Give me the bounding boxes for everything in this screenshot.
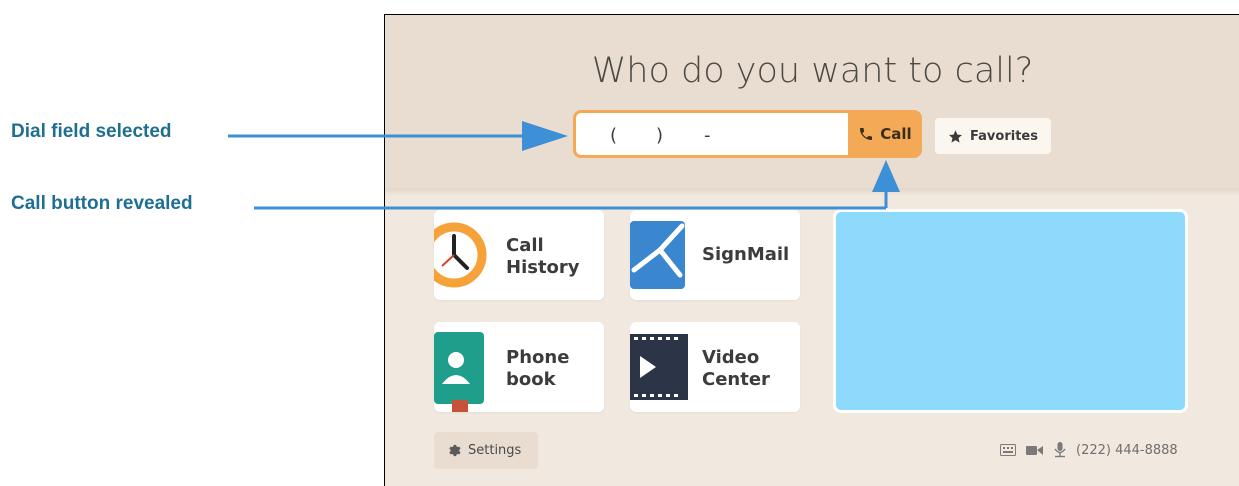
tile-call-history-line2: History (506, 257, 580, 278)
tile-phonebook-line2: book (506, 369, 556, 390)
page-title: Who do you want to call? (591, 51, 1034, 91)
phone-number: (222) 444-8888 (1076, 442, 1178, 458)
annotation-call-button: Call button revealed (11, 193, 193, 214)
tile-phonebook[interactable]: Phone book (434, 322, 604, 412)
tile-video-center-line2: Center (702, 369, 770, 390)
annotation-dial-field: Dial field selected (11, 121, 172, 142)
call-button-label: Call (880, 125, 912, 143)
phone-icon (860, 128, 873, 140)
settings-label: Settings (468, 443, 522, 458)
tile-call-history[interactable]: Call History (434, 210, 604, 300)
phonebook-icon (434, 332, 484, 412)
tile-signmail[interactable]: SignMail (630, 210, 800, 300)
header-band (385, 15, 1239, 188)
camera-icon (1026, 445, 1043, 455)
tile-phonebook-line1: Phone (506, 347, 570, 368)
dial-close-paren: ) (656, 125, 664, 146)
tile-video-center-line1: Video (702, 347, 760, 368)
status-bar: (222) 444-8888 (1000, 442, 1178, 458)
dial-dash: - (704, 125, 711, 146)
home-screen: Who do you want to call? ( ) - Call Favo… (384, 14, 1239, 486)
gear-icon (449, 444, 461, 457)
microphone-icon (1054, 442, 1066, 458)
video-preview (833, 209, 1188, 413)
tile-call-history-line1: Call (506, 235, 544, 256)
star-icon (949, 129, 963, 143)
clock-icon (434, 222, 487, 288)
header-shadow (385, 188, 1239, 196)
signmail-icon (630, 221, 685, 289)
favorites-button-label: Favorites (970, 128, 1038, 144)
tile-signmail-label: SignMail (702, 244, 790, 265)
film-icon (630, 334, 688, 400)
settings-button[interactable]: Settings (434, 432, 538, 469)
tile-video-center[interactable]: Video Center (630, 322, 800, 412)
keyboard-icon (1000, 444, 1016, 456)
call-button[interactable]: Call (848, 110, 922, 158)
dial-open-paren: ( (610, 125, 618, 146)
favorites-button[interactable]: Favorites (935, 118, 1051, 154)
dial-field[interactable]: ( ) - (573, 110, 848, 158)
